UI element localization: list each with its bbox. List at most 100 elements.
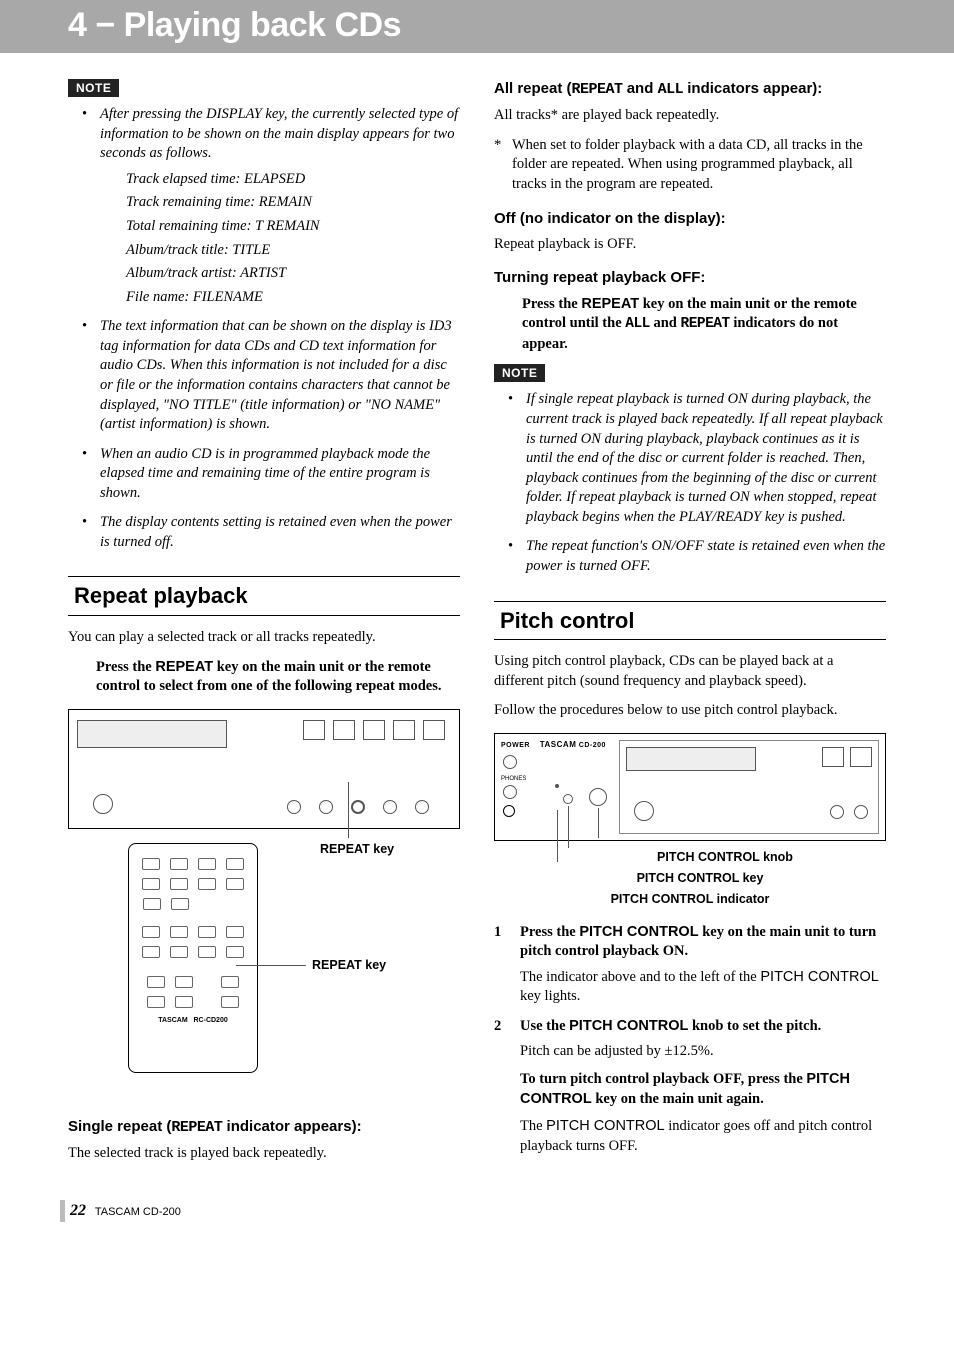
footer-accent: [60, 1200, 65, 1222]
t: indicator appears):: [222, 1118, 361, 1135]
t: To turn pitch control playback OFF, pres…: [520, 1071, 806, 1087]
panel-display: [77, 720, 227, 748]
single-repeat-heading: Single repeat (REPEAT indicator appears)…: [68, 1117, 460, 1138]
t: PITCH CONTROL: [760, 969, 878, 985]
t: Press the: [96, 659, 155, 675]
repeat-key-callout-remote: REPEAT key: [312, 957, 386, 974]
heading-repeat-playback: Repeat playback: [68, 576, 460, 616]
pitch-steps: Press the PITCH CONTROL key on the main …: [494, 923, 886, 1157]
panel-knob: [287, 800, 301, 814]
mode-line: Track remaining time: REMAIN: [126, 193, 460, 213]
t: Press the: [520, 924, 579, 940]
remote-figure: TASCAM RC-CD200: [128, 843, 258, 1073]
note-item: The repeat function's ON/OFF state is re…: [512, 537, 886, 576]
pitch-intro: Using pitch control playback, CDs can be…: [494, 652, 886, 691]
note-item: The text information that can be shown o…: [86, 317, 460, 434]
callout-indicator: PITCH CONTROL indicator: [494, 889, 886, 910]
power-knob: [503, 755, 517, 769]
footnote: When set to folder playback with a data …: [494, 136, 886, 195]
off-heading: Off (no indicator on the display):: [494, 209, 886, 229]
t: Press the: [522, 296, 581, 312]
all-repeat-text: All tracks* are played back repeatedly.: [494, 106, 886, 126]
pitch-figure: POWER TASCAM CD-200 PHONES: [494, 733, 886, 841]
off-text: Repeat playback is OFF.: [494, 235, 886, 255]
page-footer: 22 TASCAM CD-200: [0, 1202, 954, 1220]
panel-display: [626, 747, 756, 771]
note-list-2: If single repeat playback is turned ON d…: [494, 390, 886, 576]
panel-phones: [634, 801, 654, 821]
panel-button: [363, 720, 385, 740]
callout-knob: PITCH CONTROL knob: [494, 847, 886, 868]
step-2: Use the PITCH CONTROL knob to set the pi…: [494, 1017, 886, 1156]
note-list-1: After pressing the DISPLAY key, the curr…: [68, 105, 460, 552]
note-item: After pressing the DISPLAY key, the curr…: [86, 105, 460, 307]
callout-line: [348, 782, 349, 838]
note-text: After pressing the DISPLAY key, the curr…: [100, 106, 458, 161]
mode-line: Album/track artist: ARTIST: [126, 264, 460, 284]
pitch-key: [563, 794, 573, 804]
pitch-follow: Follow the procedures below to use pitch…: [494, 701, 886, 721]
t: The: [520, 1118, 546, 1134]
t: key on the main unit again.: [592, 1091, 764, 1107]
panel-button: [423, 720, 445, 740]
t: The indicator above and to the left of t…: [520, 969, 760, 985]
t: REPEAT: [572, 81, 623, 98]
mode-line: File name: FILENAME: [126, 288, 460, 308]
phones-jack: [503, 805, 515, 817]
t: REPEAT: [155, 659, 213, 675]
t: PITCH CONTROL: [546, 1118, 664, 1134]
mode-line: Total remaining time: T REMAIN: [126, 217, 460, 237]
panel-knob: [830, 805, 844, 819]
mode-line: Album/track title: TITLE: [126, 241, 460, 261]
t: ALL: [658, 81, 684, 98]
panel-function-row: [287, 800, 429, 814]
panel-button: [850, 747, 872, 767]
t: Single repeat (: [68, 1118, 171, 1135]
t: PITCH CONTROL: [569, 1018, 688, 1034]
note-label: NOTE: [68, 79, 119, 97]
t: and: [650, 315, 681, 331]
panel-transport-row: [303, 720, 445, 740]
heading-pitch-control: Pitch control: [494, 601, 886, 641]
panel-knob: [383, 800, 397, 814]
t: knob to set the pitch.: [688, 1018, 821, 1034]
note-label: NOTE: [494, 364, 545, 382]
pitch-callouts: PITCH CONTROL knob PITCH CONTROL key PIT…: [494, 847, 886, 911]
pitch-panel-right: [619, 740, 879, 834]
callout-key: PITCH CONTROL key: [494, 868, 886, 889]
t: REPEAT: [581, 296, 639, 312]
display-modes-list: Track elapsed time: ELAPSED Track remain…: [112, 170, 460, 307]
t: key lights.: [520, 988, 580, 1004]
phones-knob: [503, 785, 517, 799]
pitch-knob: [589, 788, 607, 806]
panel-button: [333, 720, 355, 740]
front-panel-figure: [68, 709, 460, 829]
t: REPEAT: [681, 316, 730, 332]
turning-off-heading: Turning repeat playback OFF:: [494, 268, 886, 288]
callout-line: [598, 808, 599, 838]
pitch-indicator: [555, 784, 559, 788]
panel-knob: [415, 800, 429, 814]
page-number: 22: [70, 1202, 86, 1219]
note-item: When an audio CD is in programmed playba…: [86, 445, 460, 504]
footer-model: TASCAM CD-200: [95, 1206, 181, 1218]
panel-button: [393, 720, 415, 740]
single-repeat-text: The selected track is played back repeat…: [68, 1144, 460, 1164]
mode-line: Track elapsed time: ELAPSED: [126, 170, 460, 190]
right-column: All repeat (REPEAT and ALL indicators ap…: [494, 79, 886, 1174]
panel-button: [822, 747, 844, 767]
left-column: NOTE After pressing the DISPLAY key, the…: [68, 79, 460, 1174]
section-banner: 4 − Playing back CDs: [0, 0, 954, 53]
t: Pitch can be adjusted by ±12.5%.: [520, 1042, 886, 1062]
t: ALL: [625, 316, 650, 332]
callout-line: [236, 965, 306, 966]
t: Use the: [520, 1018, 569, 1034]
pitch-panel-left: POWER TASCAM CD-200 PHONES: [501, 740, 621, 834]
panel-knob: [319, 800, 333, 814]
callout-line: [568, 806, 569, 848]
panel-knob: [854, 805, 868, 819]
t: PITCH CONTROL: [579, 924, 698, 940]
t: All repeat (: [494, 80, 572, 97]
t: indicators appear):: [683, 80, 822, 97]
all-repeat-heading: All repeat (REPEAT and ALL indicators ap…: [494, 79, 886, 100]
